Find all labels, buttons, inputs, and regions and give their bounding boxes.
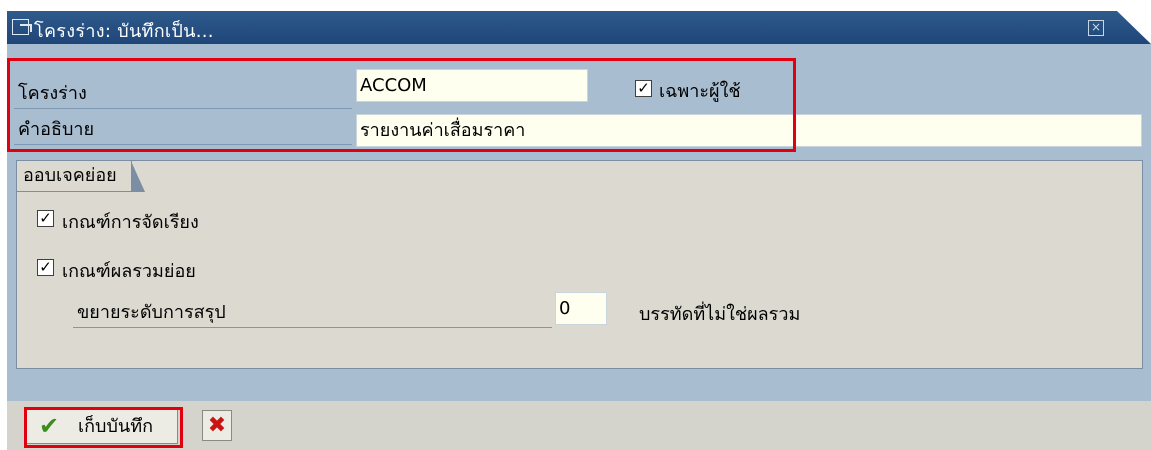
dialog-title: โครงร่าง: บันทึกเป็น...: [34, 21, 214, 42]
checkmark-icon: ✔: [39, 412, 60, 440]
sort-criteria-checkbox[interactable]: ✓: [37, 210, 54, 227]
subobjects-groupbox: ออบเจคย่อย ✓ เกณฑ์การจัดเรียง ✓ เกณฑ์ผลร…: [16, 160, 1143, 369]
description-label: คำอธิบาย: [14, 114, 352, 145]
save-layout-dialog: โครงร่าง: บันทึกเป็น... × โครงร่าง ACCOM…: [7, 11, 1151, 450]
layout-label: โครงร่าง: [14, 78, 352, 109]
save-button-label: เก็บบันทึก: [78, 416, 153, 437]
close-icon[interactable]: ×: [1088, 20, 1104, 36]
save-button[interactable]: ✔ เก็บบันทึก: [25, 409, 178, 444]
subtotal-criteria-label: เกณฑ์ผลรวมย่อย: [62, 261, 196, 282]
expand-level-label: ขยายระดับการสรุป: [73, 297, 552, 328]
non-total-rows-label: บรรทัดที่ไม่ใช่ผลรวม: [639, 304, 801, 325]
expand-level-input[interactable]: 0: [555, 292, 607, 325]
layout-input[interactable]: ACCOM: [356, 69, 588, 102]
dialog-icon: [12, 19, 32, 35]
user-specific-checkbox[interactable]: ✓: [635, 80, 652, 97]
title-bar: โครงร่าง: บันทึกเป็น... ×: [7, 11, 1151, 44]
user-specific-label: เฉพาะผู้ใช้: [659, 81, 741, 102]
dialog-toolbar: ✔ เก็บบันทึก ✖: [7, 401, 1151, 450]
cross-icon: ✖: [207, 413, 227, 438]
description-input[interactable]: รายงานค่าเสื่อมราคา: [356, 114, 1142, 147]
subtotal-criteria-checkbox[interactable]: ✓: [37, 259, 54, 276]
sort-criteria-label: เกณฑ์การจัดเรียง: [62, 212, 199, 233]
subobjects-title: ออบเจคย่อย: [17, 161, 145, 192]
cancel-button[interactable]: ✖: [202, 410, 232, 441]
